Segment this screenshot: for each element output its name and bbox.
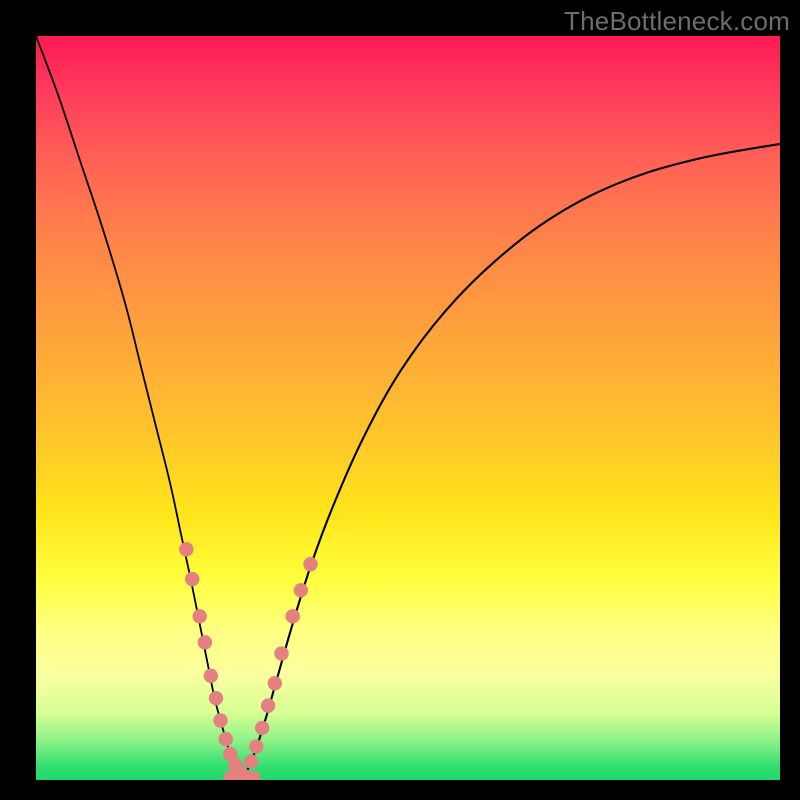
- watermark-text: TheBottleneck.com: [564, 6, 790, 37]
- chart-marker: [185, 572, 199, 586]
- chart-marker: [255, 721, 269, 735]
- chart-marker: [179, 542, 193, 556]
- chart-marker: [244, 754, 258, 768]
- chart-curve-right-branch: [242, 144, 780, 777]
- chart-svg: [36, 36, 780, 780]
- chart-marker: [261, 698, 275, 712]
- chart-marker: [268, 676, 282, 690]
- chart-marker: [294, 583, 308, 597]
- chart-marker: [285, 609, 299, 623]
- chart-marker: [303, 557, 317, 571]
- chart-marker: [213, 713, 227, 727]
- curve-group: [36, 36, 780, 777]
- chart-curve-left-branch: [36, 36, 242, 777]
- chart-marker: [249, 739, 263, 753]
- chart-markers-group: [179, 542, 318, 780]
- chart-marker: [274, 646, 288, 660]
- chart-marker: [198, 635, 212, 649]
- chart-marker: [204, 669, 218, 683]
- chart-marker: [219, 732, 233, 746]
- chart-marker: [192, 609, 206, 623]
- plot-area: [36, 36, 780, 780]
- chart-marker: [209, 691, 223, 705]
